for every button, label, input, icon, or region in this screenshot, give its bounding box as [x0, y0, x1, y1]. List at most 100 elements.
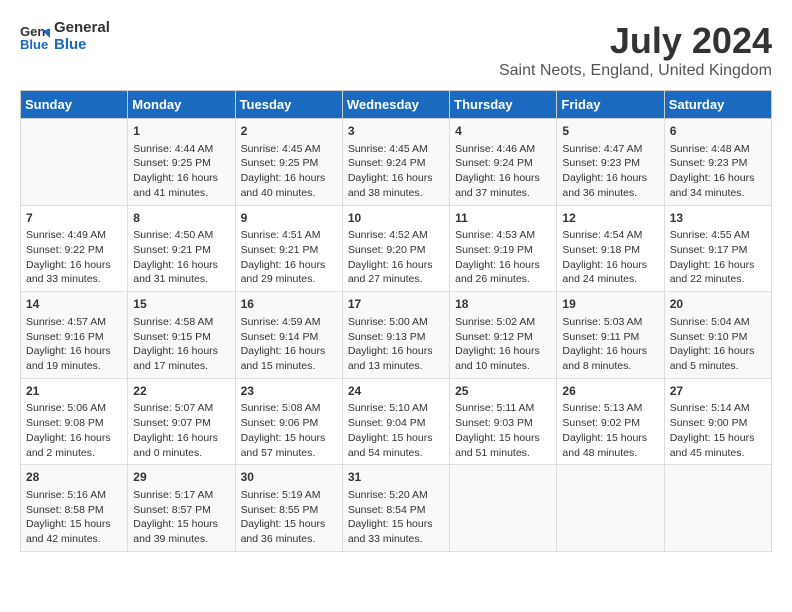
day-number: 2: [241, 123, 337, 140]
day-number: 1: [133, 123, 229, 140]
col-header-saturday: Saturday: [664, 91, 771, 119]
calendar-cell: 7Sunrise: 4:49 AMSunset: 9:22 PMDaylight…: [21, 205, 128, 292]
cell-content: and 41 minutes.: [133, 186, 229, 201]
cell-content: Sunset: 9:22 PM: [26, 243, 122, 258]
day-number: 31: [348, 469, 444, 486]
calendar-cell: 30Sunrise: 5:19 AMSunset: 8:55 PMDayligh…: [235, 465, 342, 552]
day-number: 21: [26, 383, 122, 400]
day-number: 4: [455, 123, 551, 140]
day-number: 22: [133, 383, 229, 400]
cell-content: Sunrise: 4:52 AM: [348, 228, 444, 243]
cell-content: and 27 minutes.: [348, 272, 444, 287]
cell-content: Daylight: 16 hours: [670, 171, 766, 186]
day-number: 26: [562, 383, 658, 400]
cell-content: Daylight: 16 hours: [348, 258, 444, 273]
cell-content: Sunrise: 5:16 AM: [26, 488, 122, 503]
cell-content: Sunset: 8:55 PM: [241, 503, 337, 518]
calendar-cell: 21Sunrise: 5:06 AMSunset: 9:08 PMDayligh…: [21, 378, 128, 465]
cell-content: Sunrise: 5:13 AM: [562, 401, 658, 416]
day-number: 9: [241, 210, 337, 227]
cell-content: Daylight: 16 hours: [26, 344, 122, 359]
cell-content: Sunrise: 4:48 AM: [670, 142, 766, 157]
cell-content: Daylight: 16 hours: [241, 344, 337, 359]
cell-content: and 26 minutes.: [455, 272, 551, 287]
cell-content: Sunrise: 4:47 AM: [562, 142, 658, 157]
day-number: 20: [670, 296, 766, 313]
calendar-cell: 4Sunrise: 4:46 AMSunset: 9:24 PMDaylight…: [450, 119, 557, 206]
cell-content: and 0 minutes.: [133, 446, 229, 461]
calendar-cell: 11Sunrise: 4:53 AMSunset: 9:19 PMDayligh…: [450, 205, 557, 292]
cell-content: and 22 minutes.: [670, 272, 766, 287]
cell-content: Daylight: 15 hours: [348, 431, 444, 446]
calendar-cell: 18Sunrise: 5:02 AMSunset: 9:12 PMDayligh…: [450, 292, 557, 379]
day-number: 24: [348, 383, 444, 400]
cell-content: Sunrise: 5:06 AM: [26, 401, 122, 416]
cell-content: Sunrise: 4:53 AM: [455, 228, 551, 243]
calendar-cell: 27Sunrise: 5:14 AMSunset: 9:00 PMDayligh…: [664, 378, 771, 465]
logo-blue: Blue: [54, 37, 110, 54]
cell-content: Sunset: 9:11 PM: [562, 330, 658, 345]
cell-content: and 54 minutes.: [348, 446, 444, 461]
cell-content: Daylight: 16 hours: [455, 344, 551, 359]
col-header-tuesday: Tuesday: [235, 91, 342, 119]
cell-content: and 31 minutes.: [133, 272, 229, 287]
cell-content: and 13 minutes.: [348, 359, 444, 374]
cell-content: Sunrise: 5:07 AM: [133, 401, 229, 416]
calendar-cell: 14Sunrise: 4:57 AMSunset: 9:16 PMDayligh…: [21, 292, 128, 379]
calendar-cell: 28Sunrise: 5:16 AMSunset: 8:58 PMDayligh…: [21, 465, 128, 552]
logo-icon: General Blue: [20, 22, 50, 52]
cell-content: and 24 minutes.: [562, 272, 658, 287]
cell-content: and 17 minutes.: [133, 359, 229, 374]
cell-content: Daylight: 16 hours: [133, 344, 229, 359]
logo-general: General: [54, 20, 110, 37]
cell-content: Daylight: 16 hours: [455, 258, 551, 273]
day-number: 3: [348, 123, 444, 140]
calendar-cell: 29Sunrise: 5:17 AMSunset: 8:57 PMDayligh…: [128, 465, 235, 552]
cell-content: Sunrise: 4:50 AM: [133, 228, 229, 243]
cell-content: and 37 minutes.: [455, 186, 551, 201]
cell-content: and 2 minutes.: [26, 446, 122, 461]
cell-content: and 42 minutes.: [26, 532, 122, 547]
cell-content: Sunrise: 5:03 AM: [562, 315, 658, 330]
cell-content: Sunrise: 4:57 AM: [26, 315, 122, 330]
week-row-3: 14Sunrise: 4:57 AMSunset: 9:16 PMDayligh…: [21, 292, 772, 379]
cell-content: and 34 minutes.: [670, 186, 766, 201]
calendar-cell: 20Sunrise: 5:04 AMSunset: 9:10 PMDayligh…: [664, 292, 771, 379]
cell-content: Sunrise: 5:10 AM: [348, 401, 444, 416]
cell-content: Daylight: 16 hours: [562, 344, 658, 359]
cell-content: Sunset: 9:21 PM: [133, 243, 229, 258]
cell-content: and 29 minutes.: [241, 272, 337, 287]
col-header-monday: Monday: [128, 91, 235, 119]
cell-content: Sunrise: 4:46 AM: [455, 142, 551, 157]
day-number: 10: [348, 210, 444, 227]
subtitle: Saint Neots, England, United Kingdom: [499, 62, 772, 80]
day-number: 5: [562, 123, 658, 140]
cell-content: Sunrise: 4:49 AM: [26, 228, 122, 243]
day-number: 18: [455, 296, 551, 313]
cell-content: and 36 minutes.: [241, 532, 337, 547]
cell-content: and 57 minutes.: [241, 446, 337, 461]
cell-content: Sunset: 9:16 PM: [26, 330, 122, 345]
calendar-cell: 8Sunrise: 4:50 AMSunset: 9:21 PMDaylight…: [128, 205, 235, 292]
cell-content: and 33 minutes.: [26, 272, 122, 287]
calendar-cell: 6Sunrise: 4:48 AMSunset: 9:23 PMDaylight…: [664, 119, 771, 206]
cell-content: and 33 minutes.: [348, 532, 444, 547]
calendar-cell: 26Sunrise: 5:13 AMSunset: 9:02 PMDayligh…: [557, 378, 664, 465]
cell-content: Sunrise: 4:44 AM: [133, 142, 229, 157]
cell-content: Sunrise: 4:54 AM: [562, 228, 658, 243]
calendar-cell: 5Sunrise: 4:47 AMSunset: 9:23 PMDaylight…: [557, 119, 664, 206]
cell-content: Sunset: 9:25 PM: [133, 156, 229, 171]
cell-content: Sunset: 8:57 PM: [133, 503, 229, 518]
cell-content: Sunset: 9:17 PM: [670, 243, 766, 258]
cell-content: Sunset: 9:25 PM: [241, 156, 337, 171]
cell-content: and 40 minutes.: [241, 186, 337, 201]
cell-content: Daylight: 16 hours: [26, 431, 122, 446]
cell-content: Sunset: 8:58 PM: [26, 503, 122, 518]
cell-content: Sunrise: 5:00 AM: [348, 315, 444, 330]
calendar-cell: 15Sunrise: 4:58 AMSunset: 9:15 PMDayligh…: [128, 292, 235, 379]
calendar-table: SundayMondayTuesdayWednesdayThursdayFrid…: [20, 90, 772, 552]
cell-content: Sunset: 9:15 PM: [133, 330, 229, 345]
cell-content: Sunset: 9:19 PM: [455, 243, 551, 258]
cell-content: Sunrise: 4:45 AM: [241, 142, 337, 157]
header-row: SundayMondayTuesdayWednesdayThursdayFrid…: [21, 91, 772, 119]
